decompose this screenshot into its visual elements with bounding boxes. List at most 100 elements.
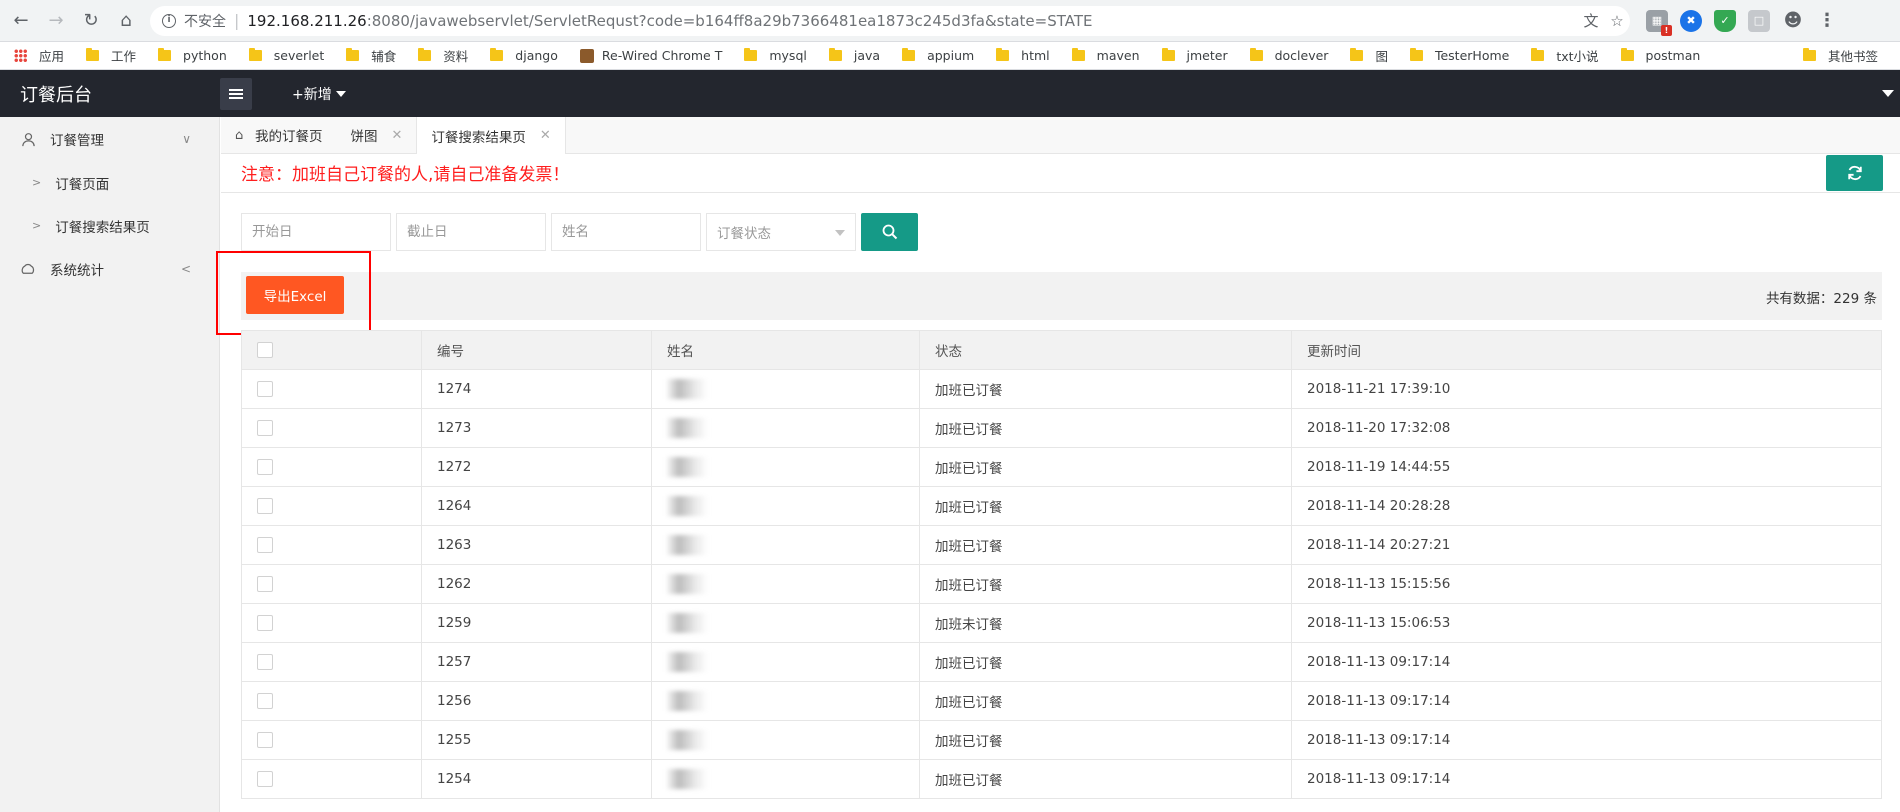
bookmark-item[interactable]: TesterHome [1409, 48, 1509, 63]
row-checkbox[interactable] [257, 576, 273, 592]
close-icon[interactable]: ✕ [540, 128, 551, 143]
column-header-id[interactable]: 编号 [421, 330, 652, 370]
bookmark-item[interactable]: txt小说 [1531, 46, 1599, 65]
refresh-button[interactable] [1826, 155, 1883, 191]
bookmark-item[interactable]: python [158, 48, 227, 63]
reload-button[interactable]: ↻ [77, 7, 105, 35]
cell-id: 1256 [421, 681, 652, 721]
row-checkbox[interactable] [257, 459, 273, 475]
home-button[interactable]: ⌂ [112, 7, 140, 35]
table-row[interactable]: 1274 加班已订餐 2018-11-21 17:39:10 [241, 369, 1882, 409]
folder-icon [346, 48, 360, 61]
bookmark-apps[interactable]: 应用 [14, 46, 64, 65]
profile-icon[interactable]: ☻ [1782, 10, 1804, 32]
table-row[interactable]: 1255 加班已订餐 2018-11-13 09:17:14 [241, 720, 1882, 760]
menu-toggle-button[interactable] [220, 77, 252, 110]
row-checkbox[interactable] [257, 420, 273, 436]
folder-icon [248, 48, 262, 61]
translate-icon[interactable]: 文 [1578, 9, 1604, 33]
add-new-menu[interactable]: +新增 [292, 84, 346, 104]
table-row[interactable]: 1264 加班已订餐 2018-11-14 20:28:28 [241, 486, 1882, 526]
bookmark-label: postman [1645, 48, 1701, 63]
sidebar-item-search-results[interactable]: > 订餐搜索结果页 [0, 204, 219, 247]
bookmark-item[interactable]: postman [1620, 48, 1701, 63]
folder-icon [158, 48, 172, 61]
extension-blue-icon[interactable]: ✖ [1680, 9, 1702, 32]
bookmark-item[interactable]: html [996, 48, 1050, 63]
bookmark-other[interactable]: 其他书签 [1802, 46, 1878, 65]
row-checkbox[interactable] [257, 771, 273, 787]
column-header-status[interactable]: 状态 [919, 330, 1292, 370]
bookmark-item[interactable]: 工作 [86, 46, 136, 65]
column-header-name[interactable]: 姓名 [651, 330, 920, 370]
sidebar-item-order-page[interactable]: > 订餐页面 [0, 161, 219, 204]
folder-icon [1409, 48, 1423, 61]
cell-status: 加班已订餐 [919, 525, 1292, 565]
cell-name [651, 408, 920, 448]
row-checkbox[interactable] [257, 498, 273, 514]
row-select-cell [241, 369, 422, 409]
start-date-field[interactable] [241, 213, 391, 251]
table-row[interactable]: 1262 加班已订餐 2018-11-13 15:15:56 [241, 564, 1882, 604]
cell-status: 加班已订餐 [919, 486, 1292, 526]
bookmark-item[interactable]: django [490, 48, 558, 63]
name-field[interactable] [551, 213, 701, 251]
bookmark-item[interactable]: Re-Wired Chrome T [579, 48, 722, 63]
browser-menu-icon[interactable]: ⋮ [1816, 10, 1838, 32]
start-date-input[interactable] [252, 224, 390, 240]
sidebar-item-statistics[interactable]: 系统统计 < [0, 247, 219, 291]
select-all-checkbox[interactable] [257, 342, 273, 358]
shield-extension-icon[interactable]: ✓ [1714, 9, 1736, 32]
row-checkbox[interactable] [257, 381, 273, 397]
user-menu-caret-icon[interactable] [1882, 90, 1894, 97]
add-new-label: +新增 [292, 86, 332, 103]
cell-status: 加班已订餐 [919, 369, 1292, 409]
back-button[interactable]: ← [7, 7, 35, 35]
info-icon[interactable]: i [162, 13, 176, 28]
tab-search-results[interactable]: 订餐搜索结果页 ✕ [416, 117, 566, 154]
pdf-extension-icon[interactable]: □ [1748, 9, 1770, 32]
bookmark-item[interactable]: 资料 [418, 46, 468, 65]
name-input[interactable] [562, 224, 700, 240]
bookmark-item[interactable]: jmeter [1161, 48, 1228, 63]
bookmark-item[interactable]: maven [1071, 48, 1140, 63]
bookmark-star-icon[interactable]: ☆ [1604, 9, 1630, 33]
row-checkbox[interactable] [257, 537, 273, 553]
bookmark-item[interactable]: mysql [744, 48, 807, 63]
row-checkbox[interactable] [257, 615, 273, 631]
table-row[interactable]: 1259 加班未订餐 2018-11-13 15:06:53 [241, 603, 1882, 643]
bookmark-item[interactable]: doclever [1249, 48, 1328, 63]
extension-icon[interactable]: ▦! [1646, 9, 1672, 36]
cell-id: 1259 [421, 603, 652, 643]
table-row[interactable]: 1272 加班已订餐 2018-11-19 14:44:55 [241, 447, 1882, 487]
sidebar-item-order-management[interactable]: 订餐管理 ∨ [0, 117, 219, 161]
table-row[interactable]: 1257 加班已订餐 2018-11-13 09:17:14 [241, 642, 1882, 682]
end-date-input[interactable] [407, 224, 545, 240]
bookmark-item[interactable]: java [828, 48, 880, 63]
forward-button[interactable]: → [42, 7, 70, 35]
column-header-time[interactable]: 更新时间 [1291, 330, 1882, 370]
row-checkbox[interactable] [257, 693, 273, 709]
row-checkbox[interactable] [257, 732, 273, 748]
caret-down-icon [835, 230, 845, 236]
status-select[interactable]: 订餐状态 [706, 213, 856, 251]
url-host: 192.168.211.26 [247, 11, 367, 30]
bookmark-item[interactable]: appium [902, 48, 974, 63]
tab-pie-chart[interactable]: 饼图 ✕ [337, 117, 417, 153]
search-button[interactable] [861, 213, 918, 251]
row-select-cell [241, 720, 422, 760]
table-row[interactable]: 1273 加班已订餐 2018-11-20 17:32:08 [241, 408, 1882, 448]
address-bar[interactable]: i 不安全 | 192.168.211.26 :8080/javawebserv… [150, 5, 1630, 36]
table-row[interactable]: 1256 加班已订餐 2018-11-13 09:17:14 [241, 681, 1882, 721]
close-icon[interactable]: ✕ [392, 128, 403, 143]
chevron-left-icon: < [180, 262, 191, 276]
tab-my-orders[interactable]: ⌂ 我的订餐页 [221, 117, 337, 153]
end-date-field[interactable] [396, 213, 546, 251]
bookmark-item[interactable]: severlet [248, 48, 324, 63]
table-row[interactable]: 1254 加班已订餐 2018-11-13 09:17:14 [241, 759, 1882, 799]
bookmark-item[interactable]: 辅食 [346, 46, 396, 65]
row-checkbox[interactable] [257, 654, 273, 670]
bookmark-item[interactable]: 图 [1350, 46, 1388, 65]
table-row[interactable]: 1263 加班已订餐 2018-11-14 20:27:21 [241, 525, 1882, 565]
bookmark-label: 工作 [111, 49, 137, 64]
